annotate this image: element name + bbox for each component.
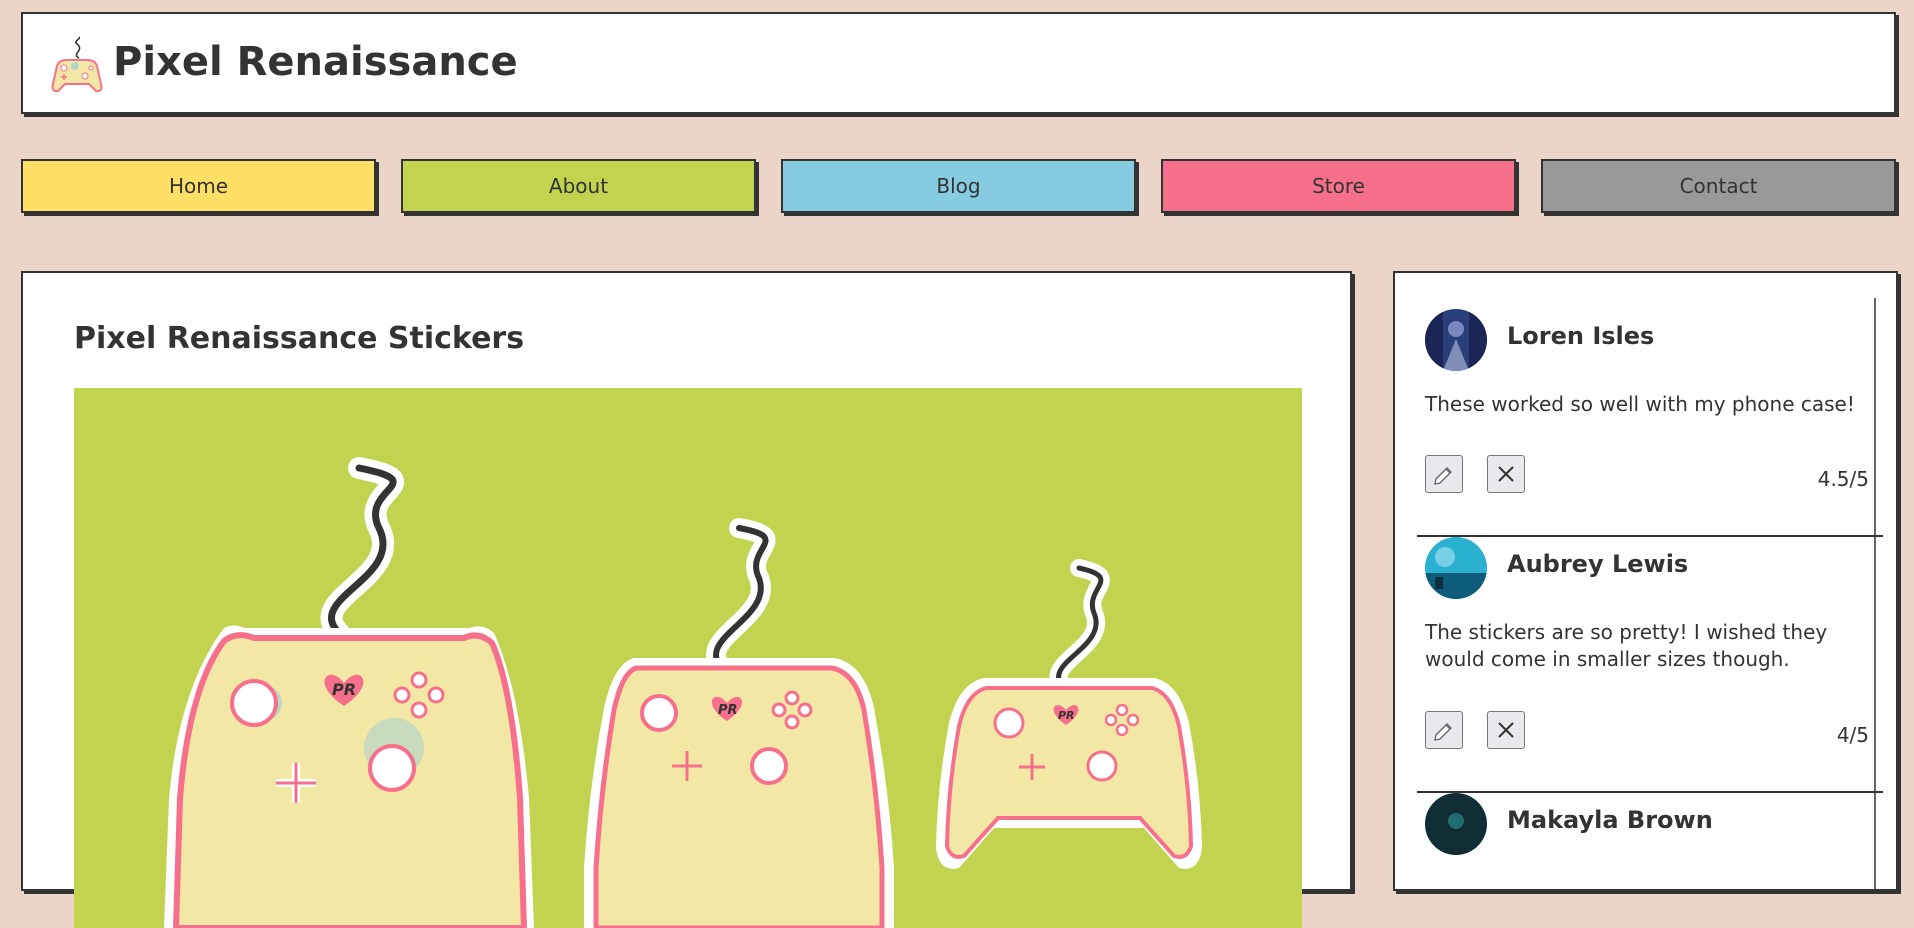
gamepad-icon[interactable] xyxy=(51,36,103,94)
avatar xyxy=(1425,309,1487,371)
avatar xyxy=(1425,793,1487,855)
reviews-panel: Loren Isles These worked so well with my… xyxy=(1393,271,1898,891)
nav-store-button[interactable]: Store xyxy=(1161,159,1516,213)
svg-text:PR: PR xyxy=(332,680,356,699)
pencil-icon xyxy=(1434,723,1452,741)
pencil-icon xyxy=(1434,467,1452,485)
nav-about-button[interactable]: About xyxy=(401,159,756,213)
edit-review-button[interactable] xyxy=(1425,455,1463,493)
delete-review-button[interactable] xyxy=(1487,711,1525,749)
review-item: Makayla Brown xyxy=(1425,793,1877,889)
svg-text:PR: PR xyxy=(1058,709,1075,722)
review-text: These worked so well with my phone case! xyxy=(1425,392,1855,416)
reviewer-name: Aubrey Lewis xyxy=(1507,550,1689,578)
avatar xyxy=(1425,537,1487,599)
close-icon xyxy=(1498,722,1514,738)
review-rating: 4.5/5 xyxy=(1817,467,1869,491)
review-rating: 4/5 xyxy=(1836,723,1869,747)
site-title[interactable]: Pixel Renaissance xyxy=(113,38,518,86)
nav-contact-button[interactable]: Contact xyxy=(1541,159,1896,213)
edit-review-button[interactable] xyxy=(1425,711,1463,749)
delete-review-button[interactable] xyxy=(1487,455,1525,493)
review-text: The stickers are so pretty! I wished the… xyxy=(1425,620,1828,671)
nav-blog-button[interactable]: Blog xyxy=(781,159,1136,213)
review-item: Aubrey Lewis The stickers are so pretty!… xyxy=(1417,537,1883,793)
reviewer-name: Makayla Brown xyxy=(1507,806,1713,834)
reviewer-name: Loren Isles xyxy=(1507,322,1655,350)
post-panel: Pixel Renaissance Stickers PR PR PR xyxy=(21,271,1352,928)
review-item: Loren Isles These worked so well with my… xyxy=(1417,309,1883,537)
svg-text:PR: PR xyxy=(718,703,738,718)
site-header: Pixel Renaissance xyxy=(21,12,1896,114)
close-icon xyxy=(1498,466,1514,482)
nav-home-button[interactable]: Home xyxy=(21,159,376,213)
stickers-image: PR PR PR xyxy=(74,388,1302,928)
post-title: Pixel Renaissance Stickers xyxy=(74,321,525,356)
